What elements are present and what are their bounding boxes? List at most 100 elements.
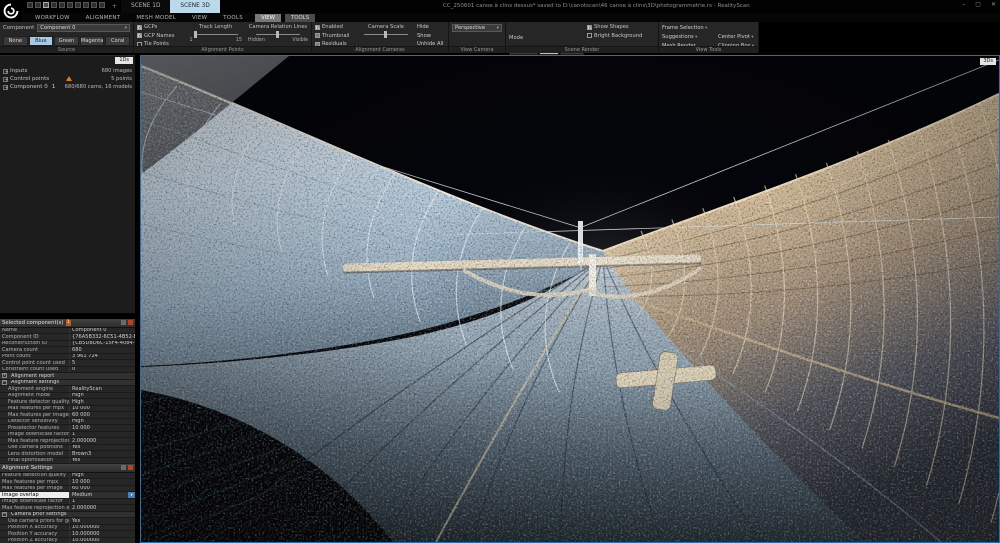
qat-icon-active[interactable] (43, 2, 49, 8)
redo-icon[interactable] (99, 2, 105, 8)
qat-icon[interactable] (35, 2, 41, 8)
camera-visibility-button[interactable]: Show (417, 33, 443, 39)
color-filter-button[interactable]: Blue (28, 36, 54, 46)
checkbox-label: Bright Background (594, 32, 643, 39)
tree-item-detail: 680/680 cams, 16 models (64, 84, 132, 90)
section-title-source: Source (0, 46, 133, 53)
qat-icon[interactable] (27, 2, 33, 8)
checkbox[interactable]: GCP Names (137, 33, 184, 39)
checkbox[interactable]: Thumbnail (315, 33, 355, 39)
camera-visibility-button[interactable]: Hide (417, 24, 443, 30)
property-label: Image overlap (0, 492, 70, 498)
camera-relation-slider: Camera Relation Lines Hidden Visible (248, 24, 308, 47)
slider-track[interactable] (255, 31, 300, 38)
maximize-button[interactable]: ▢ (975, 1, 981, 8)
property-value: Brown3 (72, 451, 92, 457)
tree-view-tab[interactable]: 1Ds (115, 57, 133, 64)
property-label: Control point count used (0, 360, 70, 366)
row-expander-icon[interactable]: + (2, 373, 7, 379)
selection-count-badge: 1 (65, 320, 72, 326)
viewport-3d-tab[interactable]: 3Ds (980, 58, 996, 65)
view-tool-button[interactable]: Frame Selection (662, 25, 707, 31)
qat-icon[interactable] (83, 2, 89, 8)
undo-icon[interactable] (91, 2, 97, 8)
checkbox-label: GCP Names (144, 32, 175, 39)
tab-alignment[interactable]: ALIGNMENT (78, 15, 129, 21)
property-label: Name (0, 327, 70, 333)
section-title-scene-render: Scene Render (506, 46, 658, 53)
checkbox[interactable]: GCPs (137, 24, 184, 31)
panel-menu-icon[interactable] (121, 320, 126, 326)
color-filter-button[interactable]: Magenta (79, 36, 105, 46)
close-button[interactable]: ✕ (991, 1, 996, 8)
slider-handle[interactable] (384, 31, 387, 38)
slider-handle[interactable] (193, 31, 197, 38)
view-tool-button[interactable]: Suggestions (662, 34, 714, 40)
qat-icon[interactable] (67, 2, 73, 8)
row-expander-icon[interactable]: − (2, 379, 7, 385)
property-value: 10 000 (72, 405, 90, 412)
property-label: Max features per mpx (0, 405, 70, 411)
panel-header-alignment-settings: Alignment Settings (0, 464, 135, 473)
expander-icon[interactable] (3, 84, 9, 91)
viewport-3d[interactable]: 3Ds (140, 55, 1000, 543)
tab-view[interactable]: VIEW (184, 15, 215, 21)
add-layout-button[interactable]: + (112, 0, 117, 13)
qat-icon[interactable] (59, 2, 65, 8)
property-label: Camera count (0, 347, 70, 353)
section-title-view-tools: View Tools (659, 46, 758, 53)
property-value: Yes (72, 444, 81, 451)
tree-item[interactable]: Control points 5 points (0, 75, 135, 83)
checkbox[interactable]: Show Shapes (587, 24, 642, 31)
tab-workflow[interactable]: WORKFLOW (27, 15, 78, 21)
row-expander-icon[interactable]: − (2, 511, 7, 517)
checkbox[interactable]: Enabled (315, 24, 355, 31)
color-filter-button[interactable]: None (3, 36, 28, 46)
property-label: Component ID (0, 334, 70, 340)
checkbox-box (587, 33, 592, 38)
panel-close-icon[interactable] (128, 320, 133, 326)
checkbox[interactable]: Bright Background (587, 33, 642, 39)
projection-dropdown[interactable]: Perspective (452, 24, 502, 32)
panel-title: Alignment Settings (2, 464, 53, 471)
property-label: Point count (0, 353, 70, 359)
property-label: Position Y accuracy (0, 531, 70, 537)
tab-scene-1d[interactable]: SCENE 1D (121, 0, 171, 13)
ribbon-section-view-tools: Frame SelectionSuggestionsCenter PivotMe… (659, 22, 759, 53)
tree-item[interactable]: Component 0 1 680/680 cams, 16 models (0, 83, 135, 91)
tree-item[interactable]: Inputs 680 images (0, 67, 135, 75)
checkbox-label: GCPs (144, 24, 158, 30)
slider-track[interactable] (193, 31, 238, 38)
property-value: 2.000000 (72, 438, 97, 444)
view-tool-button[interactable]: Center Pivot (718, 34, 753, 40)
track-length-label: Track Length (199, 24, 233, 30)
property-label: Constraint count used (0, 366, 70, 372)
color-filter-button[interactable]: Coral (105, 36, 131, 46)
contextual-tab-tools[interactable]: TOOLS (284, 13, 316, 22)
title-bar: + SCENE 1D SCENE 3D CC_250601 canoe à cl… (0, 0, 1000, 22)
property-value: 680 (72, 347, 82, 353)
component-dropdown[interactable]: Component 0 (37, 24, 130, 32)
slider-min: Hidden (247, 38, 265, 43)
tab-tools[interactable]: TOOLS (215, 15, 251, 21)
component-label: Component (3, 25, 35, 31)
property-label: Max features per image (0, 485, 70, 491)
expander-icon[interactable] (3, 76, 9, 83)
tab-mesh-model[interactable]: MESH MODEL (128, 15, 184, 21)
panel-close-icon[interactable] (128, 465, 133, 471)
slider-max: Visible (292, 38, 308, 43)
color-filter-button[interactable]: Green (54, 36, 79, 46)
camera-relation-label: Camera Relation Lines (248, 24, 308, 30)
slider-handle[interactable] (275, 31, 279, 38)
checkbox-box (137, 24, 142, 31)
slider-track[interactable] (364, 31, 408, 38)
tab-scene-3d[interactable]: SCENE 3D (170, 0, 220, 13)
minimize-button[interactable]: – (962, 1, 965, 8)
property-row[interactable]: Position Z accuracy 10.000000 (0, 537, 135, 543)
qat-icon[interactable] (75, 2, 81, 8)
expander-icon[interactable] (3, 68, 9, 75)
contextual-tab-view[interactable]: VIEW (254, 13, 281, 22)
property-value: High (72, 392, 84, 399)
panel-menu-icon[interactable] (121, 465, 126, 471)
qat-icon[interactable] (51, 2, 57, 8)
